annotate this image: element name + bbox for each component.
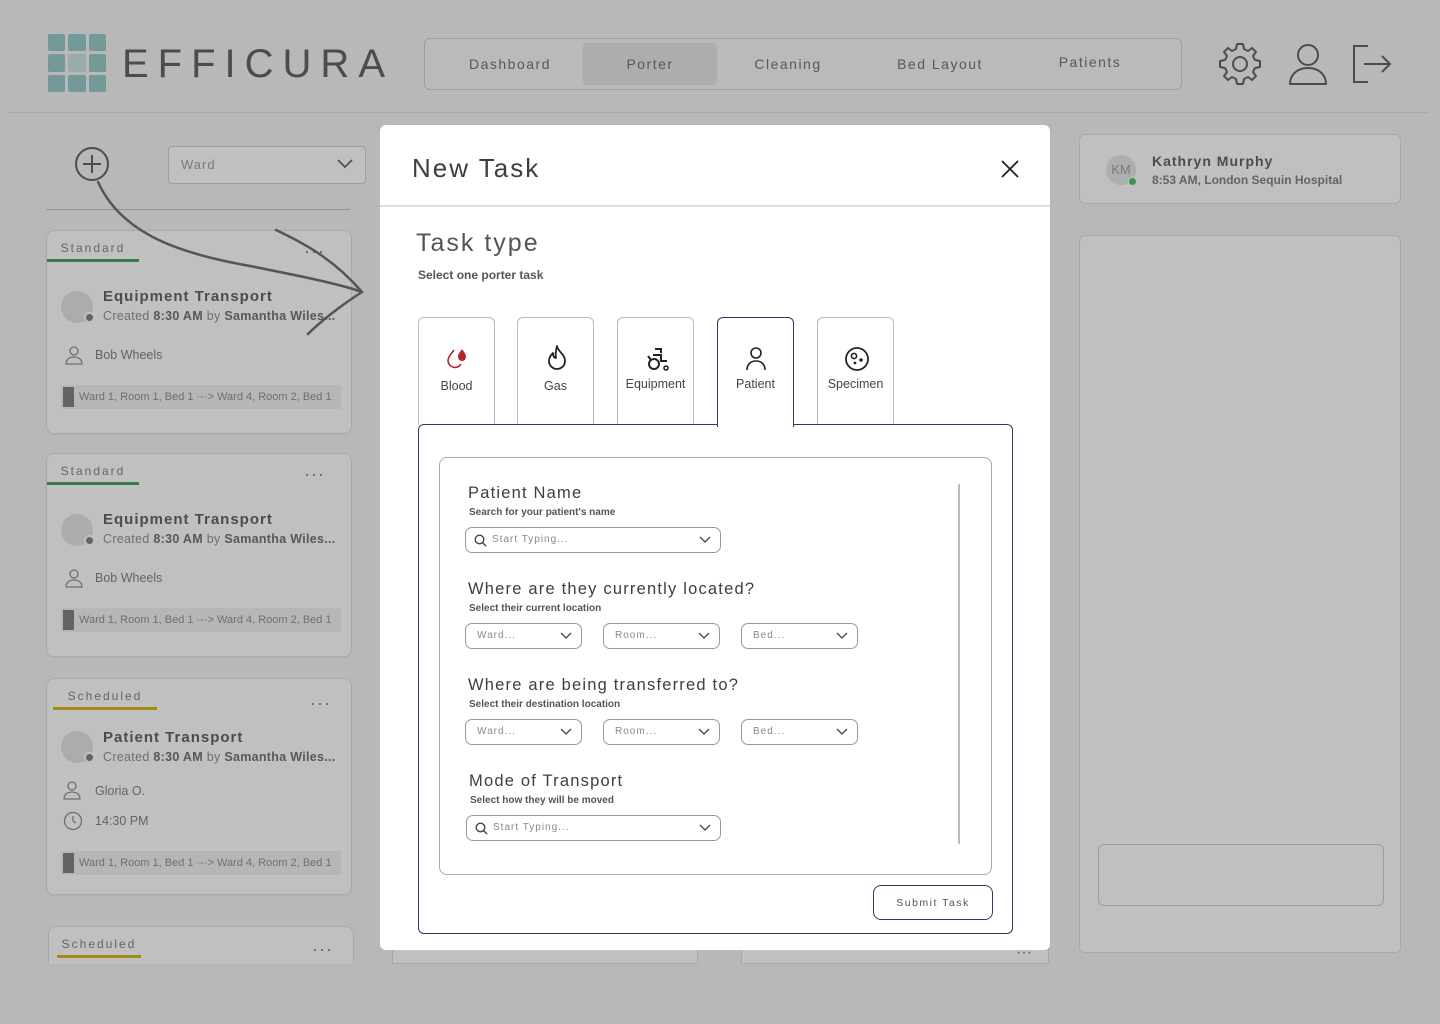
chevron-down-icon bbox=[698, 728, 710, 735]
task-type-patient[interactable]: Patient bbox=[717, 317, 794, 427]
destination-room-select[interactable]: Room... bbox=[603, 719, 720, 745]
transport-label: Mode of Transport bbox=[469, 772, 624, 790]
patient-search-input[interactable]: Start Typing... bbox=[465, 527, 721, 553]
chevron-down-icon bbox=[836, 728, 848, 735]
chevron-down-icon bbox=[560, 632, 572, 639]
chevron-down-icon bbox=[699, 824, 711, 831]
form-scroll-area[interactable]: Patient Name Search for your patient's n… bbox=[439, 457, 992, 875]
person-icon bbox=[746, 347, 766, 371]
current-room-select[interactable]: Room... bbox=[603, 623, 720, 649]
transport-hint: Select how they will be moved bbox=[470, 795, 614, 806]
current-location-label: Where are they currently located? bbox=[468, 580, 756, 598]
search-icon bbox=[475, 822, 488, 835]
destination-ward-select[interactable]: Ward... bbox=[465, 719, 582, 745]
chevron-down-icon bbox=[836, 632, 848, 639]
current-bed-select[interactable]: Bed... bbox=[741, 623, 858, 649]
current-ward-select[interactable]: Ward... bbox=[465, 623, 582, 649]
chevron-down-icon bbox=[560, 728, 572, 735]
app-background: EFFICURA Dashboard Porter Cleaning Bed L… bbox=[0, 0, 1440, 1024]
search-icon bbox=[474, 534, 487, 547]
patient-name-hint: Search for your patient's name bbox=[469, 507, 616, 518]
task-type-label: Patient bbox=[736, 377, 775, 391]
destination-hint: Select their destination location bbox=[469, 699, 621, 710]
task-form: Patient Name Search for your patient's n… bbox=[418, 424, 1013, 934]
destination-label: Where are being transferred to? bbox=[468, 676, 740, 694]
destination-bed-select[interactable]: Bed... bbox=[741, 719, 858, 745]
submit-task-button[interactable]: Submit Task bbox=[873, 885, 993, 920]
transport-search-input[interactable]: Start Typing... bbox=[466, 815, 721, 841]
scrollbar[interactable] bbox=[958, 484, 960, 844]
chevron-down-icon bbox=[699, 536, 711, 543]
current-location-hint: Select their current location bbox=[469, 603, 602, 614]
patient-name-label: Patient Name bbox=[468, 484, 583, 502]
chevron-down-icon bbox=[698, 632, 710, 639]
